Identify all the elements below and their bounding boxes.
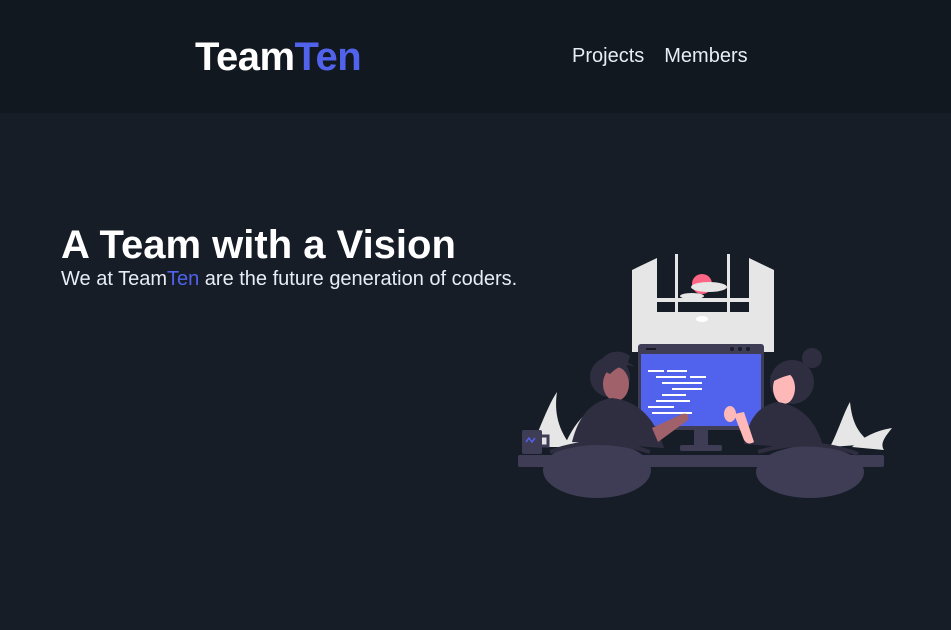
hero-title: A Team with a Vision — [61, 223, 456, 267]
hero-subtitle-accent: Ten — [166, 268, 200, 290]
hero-subtitle-before: We at Team — [61, 268, 167, 290]
hero-subtitle: We at TeamTen are the future generation … — [61, 267, 517, 291]
navbar: TeamTen Projects Members — [0, 0, 951, 113]
hero-subtitle-after: are the future generation of coders. — [199, 268, 518, 290]
nav-links: Projects Members — [572, 44, 748, 68]
brand-accent: Ten — [294, 35, 362, 79]
nav-link-members[interactable]: Members — [664, 44, 747, 68]
brand-prefix: Team — [195, 35, 295, 79]
brand-logo[interactable]: TeamTen — [195, 34, 362, 80]
team-coding-illustration — [518, 254, 892, 498]
nav-link-projects[interactable]: Projects — [572, 44, 644, 68]
